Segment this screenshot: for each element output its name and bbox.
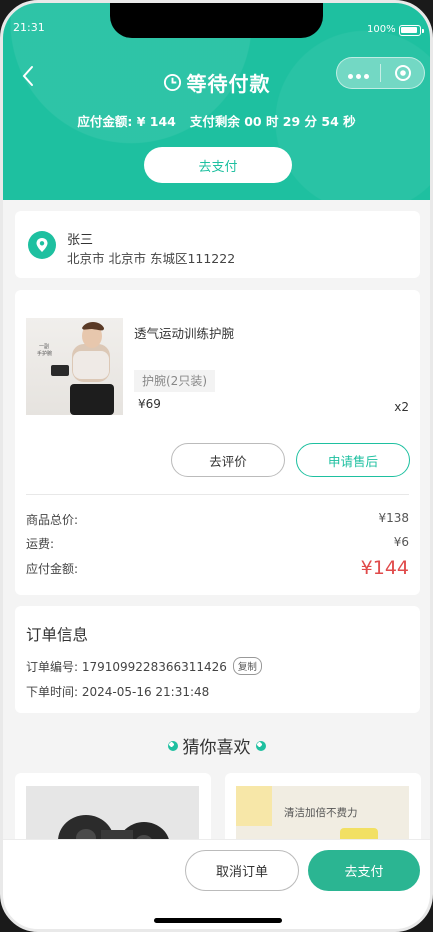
home-indicator[interactable] (154, 918, 282, 923)
amount-due-text: 应付金额: ¥ 144 (77, 114, 176, 129)
battery-icon (399, 25, 424, 36)
device-notch (110, 3, 323, 38)
receiver-address: 北京市 北京市 东城区111222 (67, 251, 236, 266)
phone-screen: 21:31 100% 等待付款 应付金额: ¥ 144 支付剩余 00 时 29… (0, 0, 433, 932)
pay-now-button[interactable]: 去支付 (308, 850, 420, 891)
status-time: 21:31 (13, 21, 45, 34)
receiver-name: 张三 (67, 233, 94, 248)
pay-now-button-top[interactable]: 去支付 (144, 147, 292, 183)
goods-card: 一副 手护腕 透气运动训练护腕 护腕(2只装) ¥69 x2 去评价 申请售后 … (15, 290, 420, 595)
goods-total-row: 商品总价: ¥138 (26, 511, 409, 528)
amount-due-label: 应付金额: (26, 561, 79, 576)
shipping-label: 运费: (26, 537, 55, 551)
more-menu-button[interactable] (337, 64, 380, 83)
decor-dot-icon (167, 740, 178, 751)
order-info-title: 订单信息 (26, 626, 89, 644)
page-title: 等待付款 (186, 72, 271, 96)
miniprogram-capsule (336, 57, 425, 89)
order-info-card: 订单信息 订单编号: 1791099228366311426 复制 下单时间: … (15, 606, 420, 713)
amount-due-value: ¥144 (360, 557, 409, 579)
review-button[interactable]: 去评价 (171, 443, 285, 477)
goods-total-value: ¥138 (378, 511, 409, 525)
svg-text:一副: 一副 (39, 343, 49, 350)
order-number-row: 订单编号: 1791099228366311426 复制 (26, 657, 262, 675)
address-card[interactable]: 张三 北京市 北京市 东城区111222 (15, 211, 420, 278)
recommend-title: 猜你喜欢 (182, 738, 251, 758)
battery-percent: 100% (367, 24, 396, 35)
product-spec: 护腕(2只装) (134, 370, 215, 392)
order-time: 下单时间: 2024-05-16 21:31:48 (26, 685, 210, 699)
order-number: 订单编号: 1791099228366311426 (26, 659, 227, 674)
location-pin-icon (28, 231, 56, 259)
close-miniprogram-button[interactable] (381, 64, 424, 82)
product-price: ¥69 (138, 397, 161, 411)
payment-summary: 应付金额: ¥ 144 支付剩余 00 时 29 分 54 秒 (3, 111, 430, 130)
shipping-value: ¥6 (393, 535, 409, 549)
cancel-order-button[interactable]: 取消订单 (185, 850, 299, 891)
recommend-item-caption: 清洁加倍不费力 (284, 807, 358, 819)
countdown-text: 支付剩余 00 时 29 分 54 秒 (189, 114, 356, 129)
amount-due-row: 应付金额: ¥144 (26, 557, 409, 579)
product-name[interactable]: 透气运动训练护腕 (134, 323, 234, 342)
product-image[interactable]: 一副 手护腕 (26, 318, 123, 415)
divider (26, 494, 409, 495)
clock-icon (163, 73, 181, 92)
decor-dot-icon (255, 740, 266, 751)
order-status-header: 21:31 100% 等待付款 应付金额: ¥ 144 支付剩余 00 时 29… (3, 3, 430, 200)
after-sale-button[interactable]: 申请售后 (296, 443, 410, 477)
product-quantity: x2 (394, 400, 409, 414)
goods-total-label: 商品总价: (26, 513, 79, 527)
bottom-action-bar: 取消订单 去支付 (3, 839, 430, 929)
svg-text:手护腕: 手护腕 (37, 350, 52, 357)
recommend-heading: 猜你喜欢 (3, 733, 430, 758)
target-close-icon (394, 65, 411, 81)
shipping-row: 运费: ¥6 (26, 535, 409, 552)
copy-button[interactable]: 复制 (232, 657, 262, 675)
